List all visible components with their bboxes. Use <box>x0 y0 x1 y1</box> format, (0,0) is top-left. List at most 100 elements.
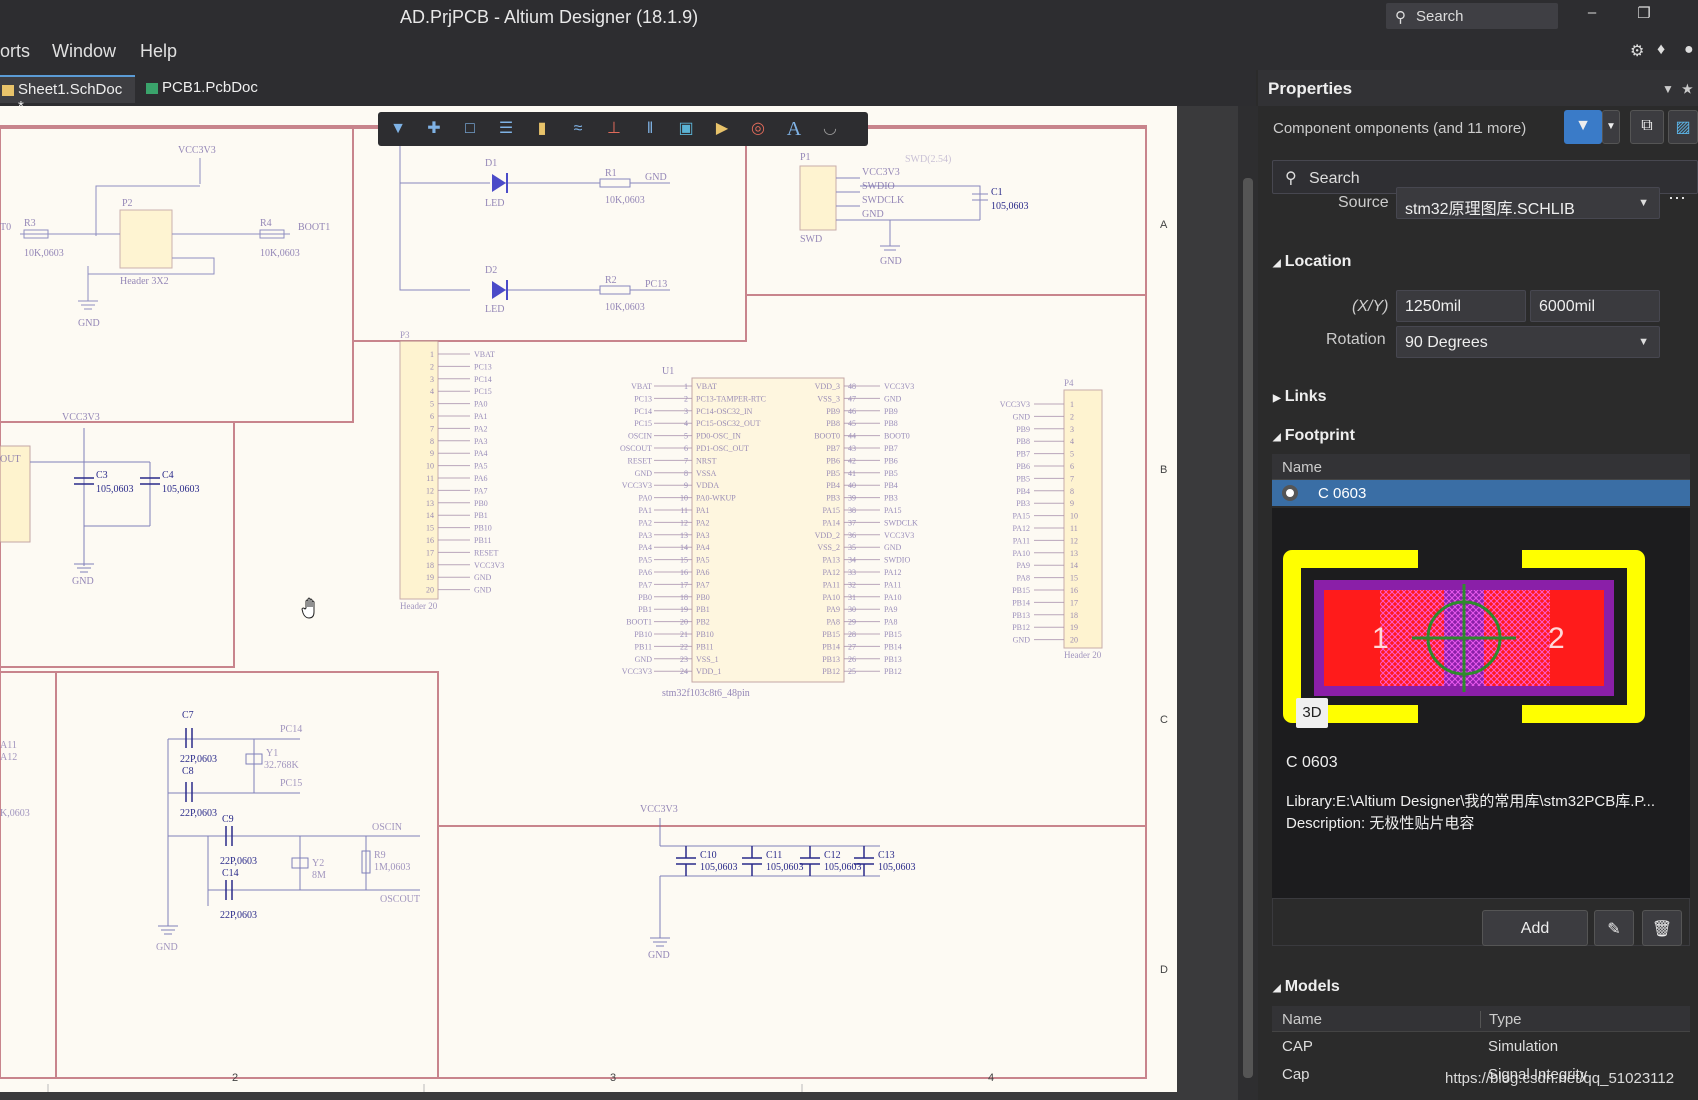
u1-pin-name: PD0-OSC_IN <box>696 432 741 441</box>
filter-button[interactable]: ▼ <box>1564 110 1602 144</box>
vertical-scrollbar[interactable] <box>1238 106 1258 1100</box>
u1-pin-name: VDD_3 <box>815 382 840 391</box>
u1-pin-net: PB4 <box>884 481 898 490</box>
u1-pin-number: 19 <box>680 605 688 614</box>
u1-pin-name: PA9 <box>827 605 841 614</box>
u1-pin-name: PA11 <box>823 580 840 589</box>
xy-label: (X/Y) <box>1352 298 1389 315</box>
footprint-preview: 1 2 3D C 0603 Library:E:\Altium Designer… <box>1272 508 1690 898</box>
align-icon[interactable]: ☰ <box>494 117 518 141</box>
u1-pin-name: BOOT0 <box>814 432 840 441</box>
u1-pin-number: 48 <box>848 382 856 391</box>
u1-pin-number: 41 <box>848 469 856 478</box>
u1-pin-number: 2 <box>684 394 688 403</box>
p3-pin-number: 17 <box>426 548 434 557</box>
u1-pin-name: PA12 <box>823 568 841 577</box>
tab-sheet1[interactable]: Sheet1.SchDoc * <box>0 75 135 115</box>
section-links-title: Links <box>1284 388 1327 405</box>
arc-icon[interactable]: ◡ <box>818 117 842 141</box>
cross-icon[interactable]: ✚ <box>422 117 446 141</box>
u1-pin-name: PA7 <box>696 580 710 589</box>
minimize-button[interactable]: – <box>1580 4 1604 28</box>
y-input[interactable]: 6000mil <box>1530 290 1660 322</box>
power-port-icon[interactable]: ⊥ <box>602 117 626 141</box>
scrollbar-thumb[interactable] <box>1243 178 1253 1078</box>
x-input[interactable]: 1250mil <box>1396 290 1526 322</box>
u1-pin-number: 27 <box>848 642 856 651</box>
source-dropdown[interactable]: stm32原理图库.SCHLIB ▼ <box>1396 187 1660 219</box>
p3-pin-net: PA7 <box>474 486 488 495</box>
u1-pin-net: VBAT <box>631 382 652 391</box>
p4-pin-number: 15 <box>1070 574 1078 583</box>
user-icon[interactable]: ● <box>1684 41 1694 59</box>
edit-icon[interactable]: ✎ <box>1594 910 1634 946</box>
harness-icon[interactable]: ▣ <box>674 117 698 141</box>
component-icon[interactable]: ▮ <box>530 117 554 141</box>
menu-window[interactable]: Window <box>52 41 116 62</box>
menu-reports[interactable]: orts <box>0 41 30 62</box>
global-search[interactable]: ⚲ Search <box>1386 3 1558 29</box>
panel-menu-icon[interactable]: ▼ <box>1662 82 1674 96</box>
bus-icon[interactable]: ‖ <box>638 117 662 141</box>
gear-icon[interactable]: ⚙ <box>1630 41 1644 61</box>
filter-dropdown-icon[interactable]: ▼ <box>1602 110 1620 144</box>
view-3d-button[interactable]: 3D <box>1296 698 1328 728</box>
schematic-canvas[interactable]: A B C D 2 3 4 VCC3V3 P2 Header 3X2 R3 10… <box>0 106 1240 1100</box>
u1-pin-number: 16 <box>680 568 688 577</box>
u1-pin-net: PA12 <box>884 568 902 577</box>
port-icon[interactable]: ▶ <box>710 117 734 141</box>
pin-icon[interactable]: ★ <box>1682 82 1693 96</box>
p4-pin-number: 1 <box>1070 400 1074 409</box>
select-mask-icon[interactable]: ⧉ <box>1630 110 1664 144</box>
ref-c9: C9 <box>222 814 234 825</box>
p4-pin-net: PA8 <box>1017 574 1031 583</box>
schematic-sheet[interactable]: A B C D 2 3 4 VCC3V3 P2 Header 3X2 R3 10… <box>0 106 1177 1092</box>
tab-pcb1[interactable]: PCB1.PcbDoc <box>144 75 274 103</box>
u1-pin-number: 31 <box>848 593 856 602</box>
section-models[interactable]: ◢ Models <box>1273 978 1340 996</box>
menu-help[interactable]: Help <box>140 41 177 62</box>
section-footprint[interactable]: ◢ Footprint <box>1273 427 1355 445</box>
col-label-2: 2 <box>232 1072 238 1084</box>
u1-pin-net: OSCIN <box>628 432 652 441</box>
select-all-icon[interactable]: ▨ <box>1668 110 1698 144</box>
u1-pin-name: VSS_1 <box>696 655 719 664</box>
wire-icon[interactable]: ≈ <box>566 117 590 141</box>
radio-selected-icon[interactable] <box>1282 485 1298 501</box>
section-location[interactable]: ◢ Location <box>1273 253 1351 271</box>
p4-pin-number: 2 <box>1070 412 1074 421</box>
u1-pin-number: 25 <box>848 667 856 676</box>
section-links[interactable]: ▶ Links <box>1273 388 1327 406</box>
footprint-row-selected[interactable]: C 0603 <box>1272 480 1690 506</box>
u1-pin-net: PA15 <box>884 506 902 515</box>
u1-pin-name: PD1-OSC_OUT <box>696 444 749 453</box>
p3-pin-number: 1 <box>430 350 434 359</box>
text-icon[interactable]: A <box>782 117 806 141</box>
search-icon: ⚲ <box>1285 170 1297 187</box>
u1-pin-number: 22 <box>680 642 688 651</box>
u1-pin-net: BOOT1 <box>626 618 652 627</box>
select-rect-icon[interactable]: □ <box>458 117 482 141</box>
u1-pin-number: 10 <box>680 494 688 503</box>
u1-pin-number: 44 <box>848 432 856 441</box>
p4-pin-number: 7 <box>1070 474 1074 483</box>
add-footprint-button[interactable]: Add <box>1482 910 1588 946</box>
directive-icon[interactable]: ◎ <box>746 117 770 141</box>
filter-icon[interactable]: ▼ <box>386 117 410 141</box>
p4-pin-net: PA12 <box>1013 524 1031 533</box>
bell-icon[interactable]: ♦ <box>1657 41 1665 59</box>
restore-button[interactable]: ❐ <box>1632 4 1656 28</box>
delete-icon[interactable]: 🗑 <box>1642 910 1682 946</box>
u1-pin-net: GND <box>635 655 653 664</box>
p3-pin-net: PA1 <box>474 412 488 421</box>
value-r1: 10K,0603 <box>605 195 645 206</box>
u1-pin-net: PA6 <box>639 568 653 577</box>
p4-pin-number: 14 <box>1070 561 1078 570</box>
p3-pin-net: RESET <box>474 548 499 557</box>
more-options-icon[interactable]: ⋯ <box>1668 188 1686 209</box>
u1-pin-name: VSSA <box>696 469 717 478</box>
rotation-dropdown[interactable]: 90 Degrees ▼ <box>1396 326 1660 358</box>
table-row[interactable]: CAP Simulation <box>1272 1032 1690 1060</box>
p4-pin-net: PB9 <box>1016 425 1030 434</box>
ref-c10: C10 <box>700 850 717 861</box>
